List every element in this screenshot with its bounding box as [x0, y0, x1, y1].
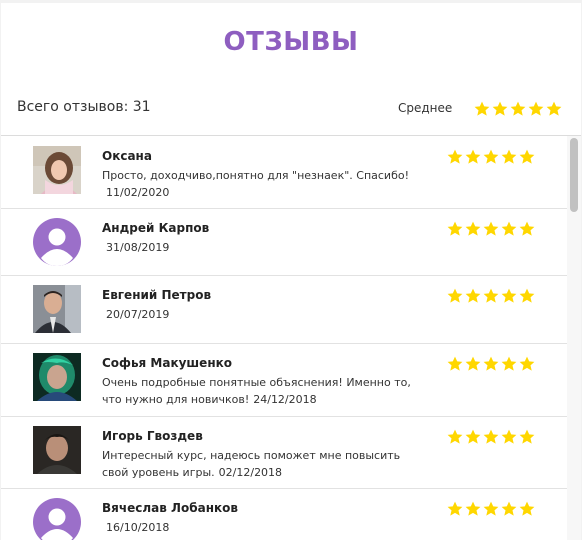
review-date: 02/12/2018	[218, 466, 283, 479]
default-user-icon	[33, 498, 81, 540]
review-rating-stars	[447, 221, 537, 237]
star-icon	[501, 429, 517, 445]
star-icon	[519, 221, 535, 237]
star-icon	[501, 288, 517, 304]
review-author: Оксана	[102, 149, 152, 163]
review-date: 11/02/2020	[106, 186, 170, 199]
avatar-photo	[33, 353, 81, 401]
avatar-photo	[33, 146, 81, 194]
star-icon	[465, 221, 481, 237]
review-comment: Просто, доходчиво,понятно для "незнаек".…	[102, 169, 410, 182]
review-author: Евгений Петров	[102, 288, 212, 302]
review-text: 16/10/2018	[102, 519, 422, 536]
star-icon	[465, 288, 481, 304]
review-item: Евгений Петров 20/07/2019	[1, 275, 567, 344]
review-text: Очень подробные понятные объяснения! Име…	[102, 374, 422, 408]
reviews-list[interactable]: Оксана Просто, доходчиво,понятно для "не…	[1, 136, 567, 540]
star-icon	[447, 288, 463, 304]
review-rating-stars	[447, 149, 537, 165]
review-text: Интересный курс, надеюсь поможет мне пов…	[102, 447, 422, 481]
star-icon	[528, 101, 544, 117]
star-icon	[519, 501, 535, 517]
review-item: Андрей Карпов 31/08/2019	[1, 208, 567, 276]
review-date: 20/07/2019	[106, 308, 170, 321]
star-icon	[483, 501, 499, 517]
review-author: Софья Макушенко	[102, 356, 232, 370]
review-date: 24/12/2018	[253, 393, 317, 406]
star-icon	[465, 356, 481, 372]
star-icon	[474, 101, 490, 117]
review-rating-stars	[447, 356, 537, 372]
star-icon	[492, 101, 508, 117]
avatar-photo	[33, 285, 81, 333]
review-item: Софья Макушенко Очень подробные понятные…	[1, 343, 567, 417]
star-icon	[465, 149, 481, 165]
reviews-panel: ОТЗЫВЫ Всего отзывов: 31 Среднее Оксана …	[1, 3, 581, 540]
default-user-icon	[33, 218, 81, 266]
star-icon	[447, 221, 463, 237]
star-icon	[465, 429, 481, 445]
scrollbar[interactable]	[567, 136, 581, 540]
star-icon	[546, 101, 562, 117]
average-label: Среднее	[398, 101, 453, 115]
review-author: Игорь Гвоздев	[102, 429, 203, 443]
star-icon	[519, 149, 535, 165]
star-icon	[483, 356, 499, 372]
review-rating-stars	[447, 429, 537, 445]
review-text: Просто, доходчиво,понятно для "незнаек".…	[102, 167, 422, 201]
review-rating-stars	[447, 501, 537, 517]
star-icon	[447, 501, 463, 517]
star-icon	[501, 221, 517, 237]
star-icon	[447, 429, 463, 445]
star-icon	[483, 288, 499, 304]
review-text: 31/08/2019	[102, 239, 422, 256]
star-icon	[501, 356, 517, 372]
star-icon	[510, 101, 526, 117]
average-rating-stars	[474, 101, 564, 117]
page-title: ОТЗЫВЫ	[223, 27, 359, 57]
avatar-photo	[33, 426, 81, 474]
star-icon	[483, 221, 499, 237]
review-item: Вячеслав Лобанков 16/10/2018	[1, 488, 567, 540]
review-date: 16/10/2018	[106, 521, 170, 534]
star-icon	[465, 501, 481, 517]
star-icon	[447, 149, 463, 165]
scrollbar-thumb[interactable]	[570, 138, 578, 212]
star-icon	[519, 288, 535, 304]
review-item: Оксана Просто, доходчиво,понятно для "не…	[1, 136, 567, 209]
star-icon	[501, 501, 517, 517]
review-date: 31/08/2019	[106, 241, 170, 254]
star-icon	[483, 149, 499, 165]
review-author: Андрей Карпов	[102, 221, 210, 235]
review-author: Вячеслав Лобанков	[102, 501, 238, 515]
total-reviews-label: Всего отзывов: 31	[17, 99, 151, 115]
reviews-summary: Всего отзывов: 31 Среднее	[1, 83, 581, 136]
review-text: 20/07/2019	[102, 306, 422, 323]
star-icon	[519, 356, 535, 372]
star-icon	[519, 429, 535, 445]
review-rating-stars	[447, 288, 537, 304]
star-icon	[501, 149, 517, 165]
star-icon	[483, 429, 499, 445]
star-icon	[447, 356, 463, 372]
review-item: Игорь Гвоздев Интересный курс, надеюсь п…	[1, 416, 567, 489]
